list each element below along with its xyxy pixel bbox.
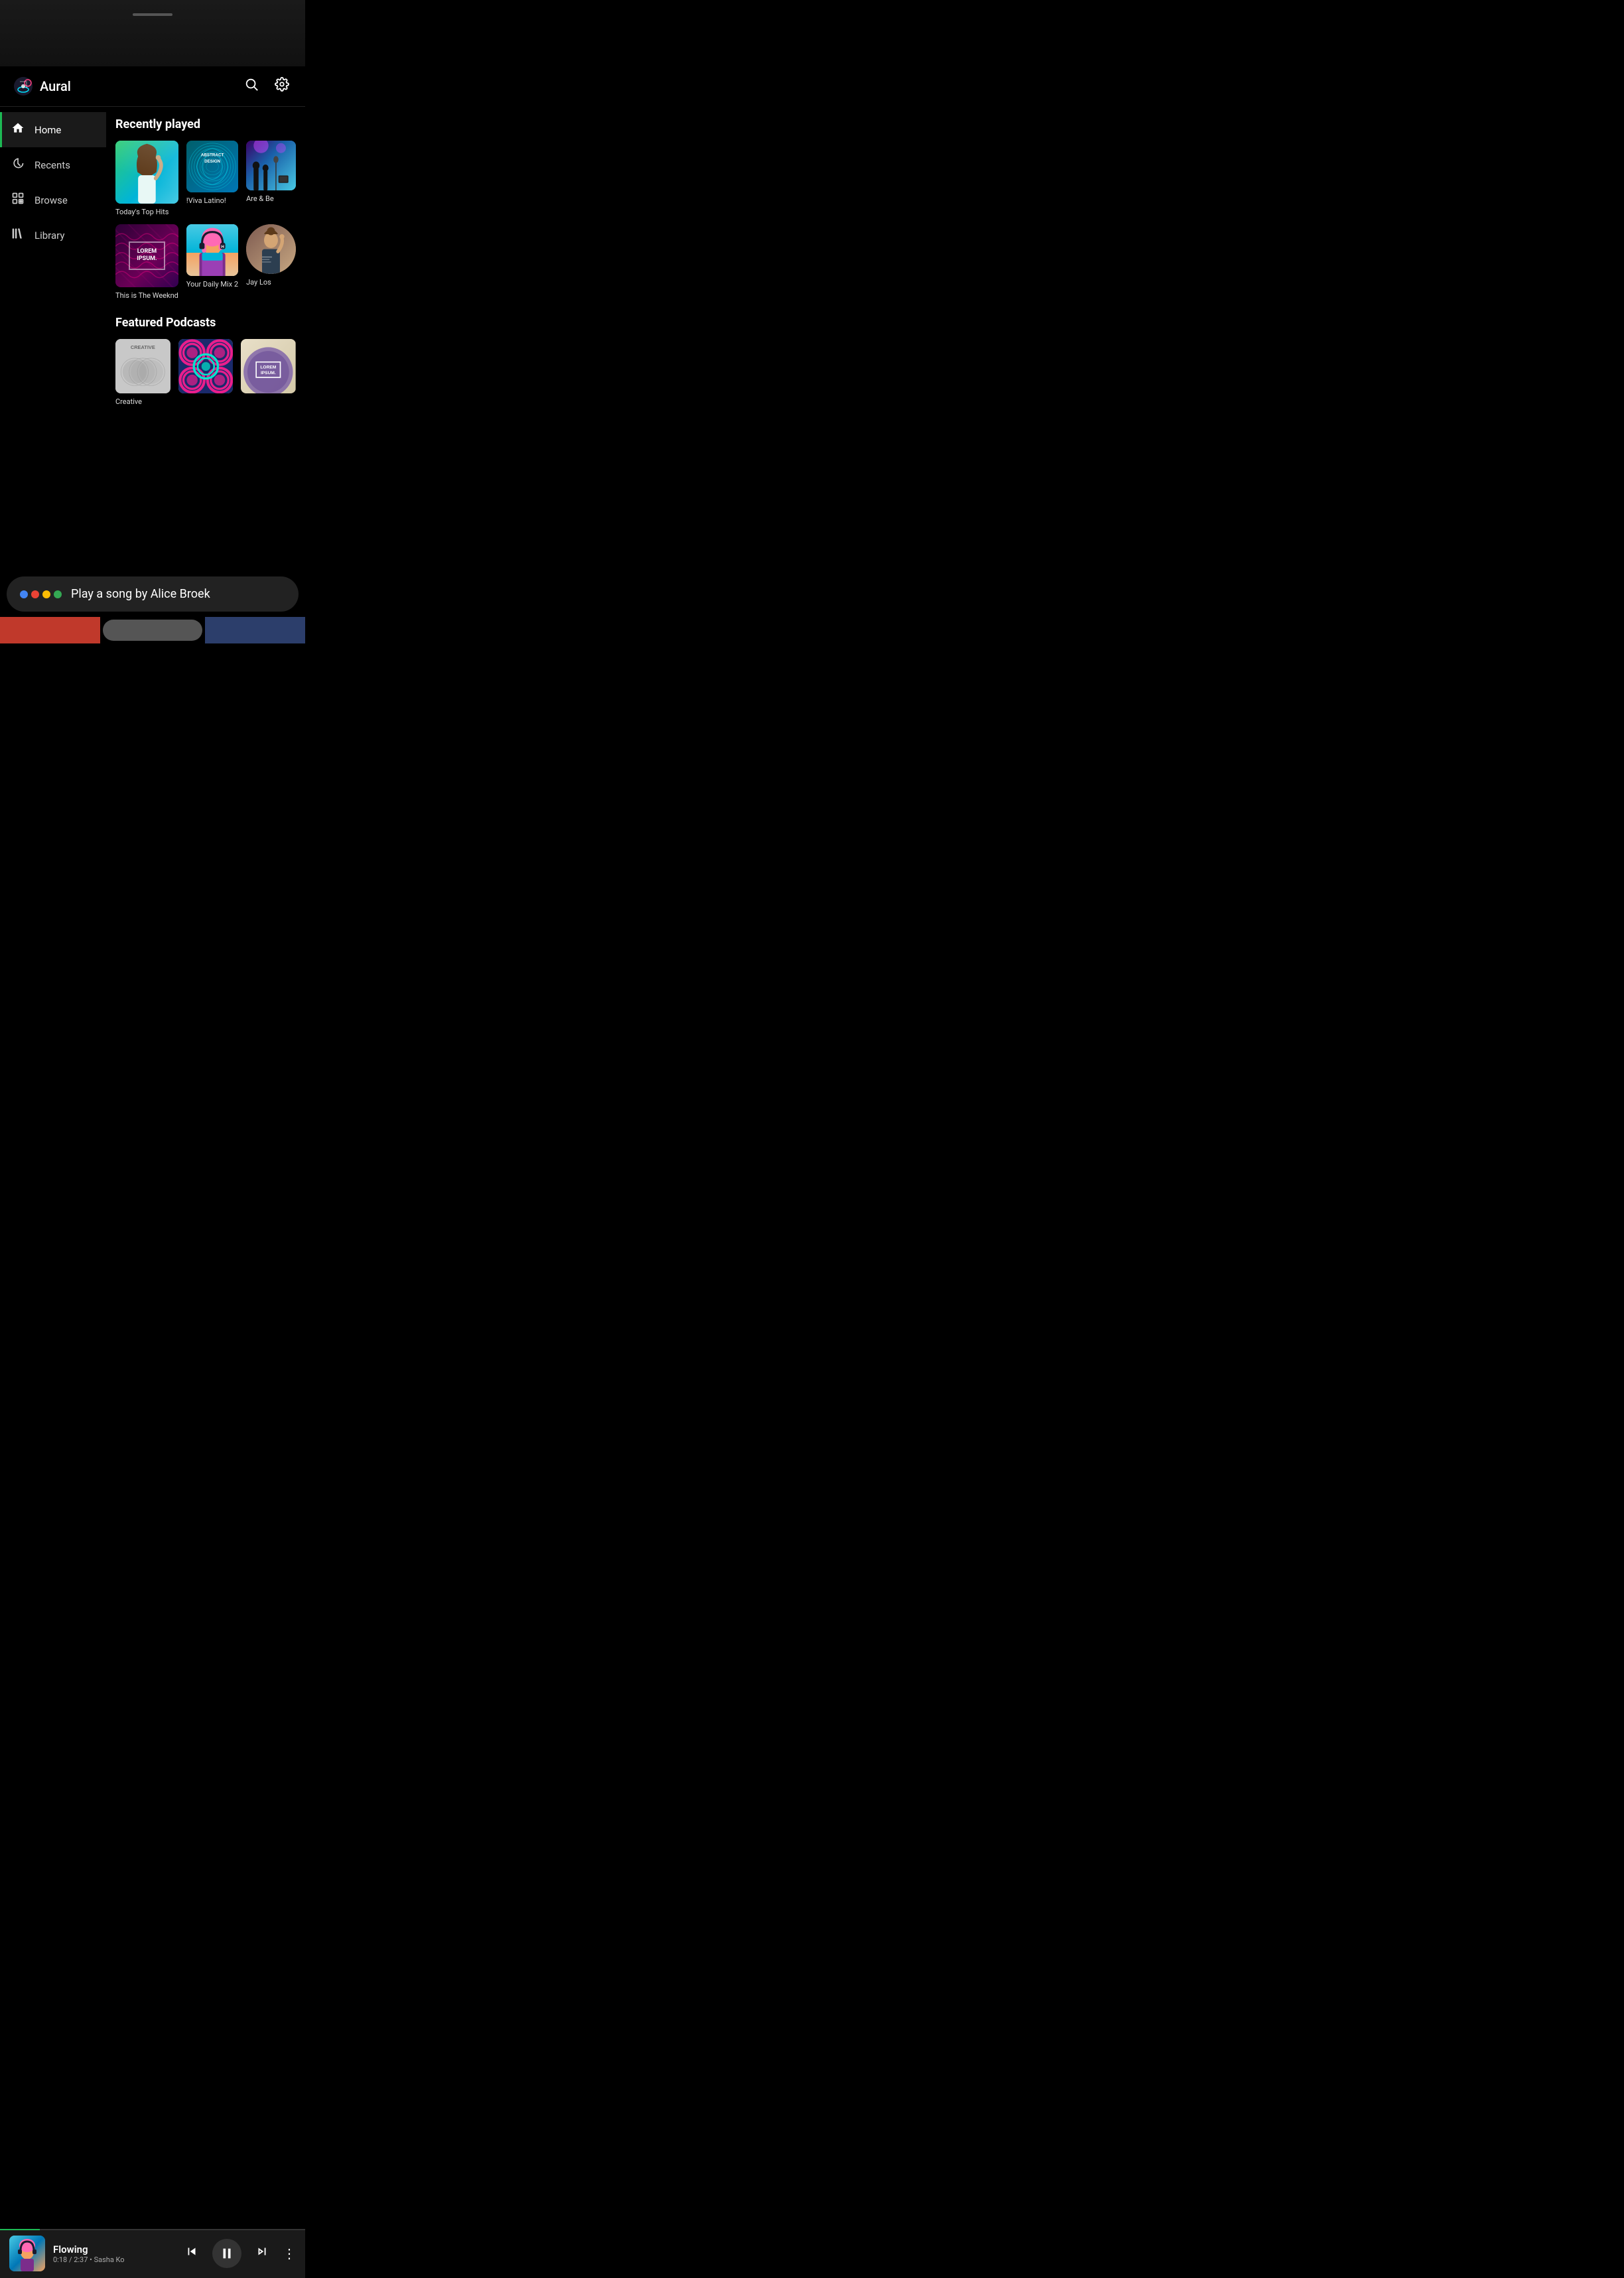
sidebar-label-library: Library: [34, 230, 64, 241]
album-title-daily-mix: Your Daily Mix 2: [186, 280, 238, 289]
dot-red: [31, 590, 39, 598]
podcast-3[interactable]: LOREM IPSUM.: [241, 339, 296, 407]
voice-assistant-text: Play a song by Alice Broek: [71, 587, 210, 601]
library-icon: [11, 227, 25, 243]
sidebar-item-recents[interactable]: Recents: [0, 147, 106, 182]
partial-button-1[interactable]: [0, 617, 100, 643]
app-brand: Aural: [13, 76, 71, 96]
svg-text:H: H: [221, 245, 224, 249]
search-button[interactable]: [241, 74, 261, 98]
cover-todays-top-hits: [115, 141, 178, 204]
svg-text:LOREM: LOREM: [261, 365, 277, 369]
progress-bar: [0, 2229, 305, 2230]
cover-are-be: [246, 141, 296, 190]
voice-assistant-bar[interactable]: Play a song by Alice Broek: [7, 576, 299, 612]
progress-fill: [0, 2229, 40, 2230]
track-meta: 0:18 / 2:37 • Sasha Ko: [53, 2255, 174, 2264]
app-header: Aural: [0, 66, 305, 107]
album-title-jay-los: Jay Los: [246, 278, 296, 287]
play-pause-button[interactable]: [212, 2239, 241, 2268]
main-content: Recently played: [106, 107, 305, 571]
featured-podcasts-title: Featured Podcasts: [115, 316, 296, 330]
track-info: Flowing 0:18 / 2:37 • Sasha Ko: [53, 2244, 174, 2264]
cover-podcast-creative: CREATIVE: [115, 339, 170, 394]
album-todays-top-hits[interactable]: Today's Top Hits: [115, 141, 178, 216]
album-jay-los[interactable]: Jay Los: [246, 224, 296, 300]
more-options-button[interactable]: ⋮: [283, 2245, 296, 2262]
partial-buttons-row: [0, 617, 305, 643]
album-title-are-be: Are & Be: [246, 194, 296, 203]
album-daily-mix[interactable]: H Your Daily Mix 2: [186, 224, 238, 300]
cover-daily-mix: H: [186, 224, 238, 276]
dot-green: [54, 590, 62, 598]
settings-button[interactable]: [272, 74, 292, 98]
thumb-art: [9, 2236, 45, 2271]
album-title-weeknd: This is The Weeknd: [115, 291, 178, 300]
podcasts-grid: CREATIVE Creative: [115, 339, 296, 407]
top-overlay: [0, 0, 305, 66]
recents-icon: [11, 157, 25, 173]
main-layout: Home Recents Browse: [0, 107, 305, 571]
next-button[interactable]: [252, 2242, 272, 2265]
svg-text:ABSTRACT: ABSTRACT: [201, 153, 224, 157]
browse-icon: [11, 192, 25, 208]
dot-blue: [20, 590, 28, 598]
cover-podcast-3: LOREM IPSUM.: [241, 339, 296, 394]
player-controls: ⋮: [182, 2239, 296, 2268]
sidebar-label-home: Home: [34, 124, 61, 136]
partial-button-2[interactable]: [103, 620, 203, 641]
app-title: Aural: [40, 78, 71, 94]
album-weeknd[interactable]: LOREMIPSUM. This is The Weeknd: [115, 224, 178, 300]
google-dots: [20, 590, 62, 598]
podcast-creative[interactable]: CREATIVE Creative: [115, 339, 170, 407]
sidebar-item-browse[interactable]: Browse: [0, 182, 106, 218]
sidebar-item-home[interactable]: Home: [0, 112, 106, 147]
album-are-be[interactable]: Are & Be: [246, 141, 296, 216]
home-icon: [11, 121, 25, 138]
previous-button[interactable]: [182, 2242, 202, 2265]
now-playing-bar: Flowing 0:18 / 2:37 • Sasha Ko ⋮: [0, 2229, 305, 2278]
app-logo: [13, 76, 33, 96]
album-viva-latino[interactable]: ABSTRACT DESIGN !Viva Latino!: [186, 141, 238, 216]
sidebar: Home Recents Browse: [0, 107, 106, 571]
track-thumbnail[interactable]: [9, 2236, 45, 2271]
header-actions: [241, 74, 292, 98]
sidebar-label-browse: Browse: [34, 194, 68, 206]
podcast-2[interactable]: [178, 339, 234, 407]
cover-jay-los: [246, 224, 296, 274]
svg-text:CREATIVE: CREATIVE: [131, 344, 155, 350]
podcast-title-creative: Creative: [115, 397, 170, 406]
recently-played-title: Recently played: [115, 117, 296, 131]
cover-viva-latino: ABSTRACT DESIGN: [186, 141, 238, 192]
track-name: Flowing: [53, 2244, 174, 2255]
recently-played-grid: Today's Top Hits: [115, 141, 296, 300]
cover-weeknd: LOREMIPSUM.: [115, 224, 178, 287]
partial-button-3[interactable]: [205, 617, 305, 643]
album-title-viva-latino: !Viva Latino!: [186, 196, 238, 205]
cover-podcast-2: [178, 339, 234, 394]
dot-yellow: [42, 590, 50, 598]
sidebar-item-library[interactable]: Library: [0, 218, 106, 253]
svg-text:IPSUM.: IPSUM.: [261, 371, 276, 375]
album-title-todays-top-hits: Today's Top Hits: [115, 208, 178, 216]
sidebar-label-recents: Recents: [34, 159, 70, 171]
svg-text:DESIGN: DESIGN: [204, 159, 220, 164]
